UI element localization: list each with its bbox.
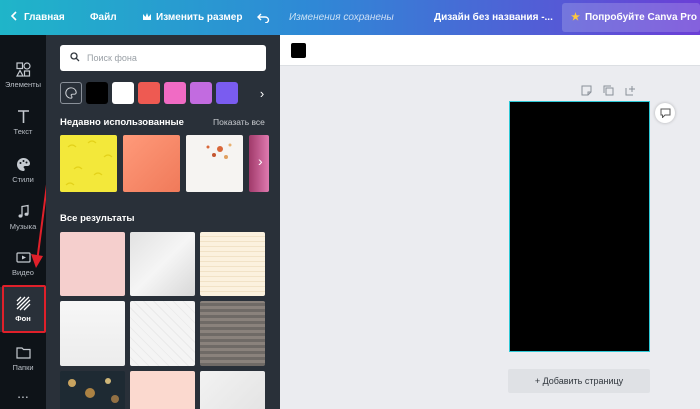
- result-thumbnail[interactable]: [200, 301, 265, 366]
- design-title[interactable]: Дизайн без названия -...: [434, 0, 553, 35]
- page-actions: [580, 84, 636, 96]
- result-thumbnail[interactable]: [130, 301, 195, 366]
- add-page-button[interactable]: + Добавить страницу: [508, 369, 650, 393]
- sidebar-item-label: Видео: [12, 268, 34, 277]
- results-title: Все результаты: [60, 213, 135, 224]
- design-page[interactable]: [509, 101, 650, 352]
- background-color-button[interactable]: [291, 43, 306, 58]
- highlight-box: [2, 285, 46, 333]
- try-pro-label: Попробуйте Canva Pro: [584, 12, 697, 23]
- sidebar-item-styles[interactable]: Стили: [0, 148, 46, 193]
- chevron-left-icon: [10, 11, 18, 24]
- show-all-link[interactable]: Показать все: [213, 117, 265, 127]
- color-swatch[interactable]: [86, 82, 108, 104]
- file-menu[interactable]: Файл: [90, 0, 117, 35]
- result-thumbnail[interactable]: [60, 301, 125, 366]
- resize-label: Изменить размер: [156, 12, 243, 23]
- result-thumbnail[interactable]: [60, 232, 125, 296]
- search-placeholder: Поиск фона: [87, 53, 137, 63]
- color-swatch[interactable]: [112, 82, 134, 104]
- note-icon[interactable]: [580, 84, 592, 96]
- folder-icon: [15, 347, 31, 359]
- recent-thumbnail[interactable]: [186, 135, 243, 192]
- shapes-icon: [15, 62, 31, 77]
- left-sidebar: Элементы Текст Стили Музыка Видео Фон Па…: [0, 35, 46, 409]
- result-thumbnail[interactable]: [200, 232, 265, 296]
- more-button[interactable]: ...: [0, 380, 46, 405]
- video-icon: [15, 252, 31, 263]
- sidebar-item-folders[interactable]: Папки: [0, 336, 46, 381]
- color-swatch[interactable]: [190, 82, 212, 104]
- sidebar-item-label: Элементы: [5, 80, 41, 89]
- color-swatch[interactable]: [216, 82, 238, 104]
- sidebar-item-label: Текст: [13, 127, 33, 136]
- home-button[interactable]: Главная: [10, 0, 65, 35]
- sidebar-item-label: Музыка: [9, 222, 37, 231]
- sidebar-item-text[interactable]: Текст: [0, 100, 46, 145]
- top-bar: Главная Файл Изменить размер Изменения с…: [0, 0, 700, 35]
- undo-icon[interactable]: [257, 0, 270, 35]
- add-page-icon[interactable]: [624, 84, 636, 96]
- duplicate-icon[interactable]: [602, 84, 614, 96]
- palette-icon: [16, 157, 30, 171]
- color-swatch[interactable]: [164, 82, 186, 104]
- editor-toolbar: [280, 35, 700, 66]
- sidebar-item-music[interactable]: Музыка: [0, 195, 46, 240]
- result-thumbnail[interactable]: [130, 371, 195, 409]
- home-label: Главная: [24, 12, 65, 23]
- sidebar-item-video[interactable]: Видео: [0, 241, 46, 286]
- chevron-right-icon[interactable]: ›: [258, 153, 263, 169]
- color-swatch[interactable]: [138, 82, 160, 104]
- color-picker-icon[interactable]: [60, 82, 82, 104]
- result-thumbnail[interactable]: [130, 232, 195, 296]
- color-swatches: [60, 82, 238, 104]
- recent-thumbnail[interactable]: [123, 135, 180, 192]
- result-thumbnail[interactable]: [200, 371, 265, 409]
- recent-thumbnail[interactable]: [60, 135, 117, 192]
- search-icon: [70, 52, 80, 64]
- music-icon: [18, 204, 29, 218]
- crown-icon: [142, 12, 152, 24]
- save-status: Изменения сохранены: [289, 12, 394, 23]
- star-icon: ★: [571, 12, 580, 23]
- background-panel: Поиск фона › Недавно использованные Пока…: [46, 35, 280, 409]
- try-pro-button[interactable]: ★ Попробуйте Canva Pro: [562, 3, 700, 32]
- sidebar-item-label: Стили: [12, 175, 34, 184]
- result-thumbnail[interactable]: [60, 371, 125, 409]
- sidebar-item-elements[interactable]: Элементы: [0, 53, 46, 98]
- sidebar-item-label: Папки: [12, 363, 34, 372]
- recent-title: Недавно использованные: [60, 117, 184, 128]
- search-input[interactable]: Поиск фона: [60, 45, 266, 71]
- chevron-right-icon[interactable]: ›: [251, 82, 273, 104]
- comment-icon[interactable]: [655, 103, 675, 123]
- resize-button[interactable]: Изменить размер: [142, 0, 242, 35]
- text-icon: [17, 110, 29, 123]
